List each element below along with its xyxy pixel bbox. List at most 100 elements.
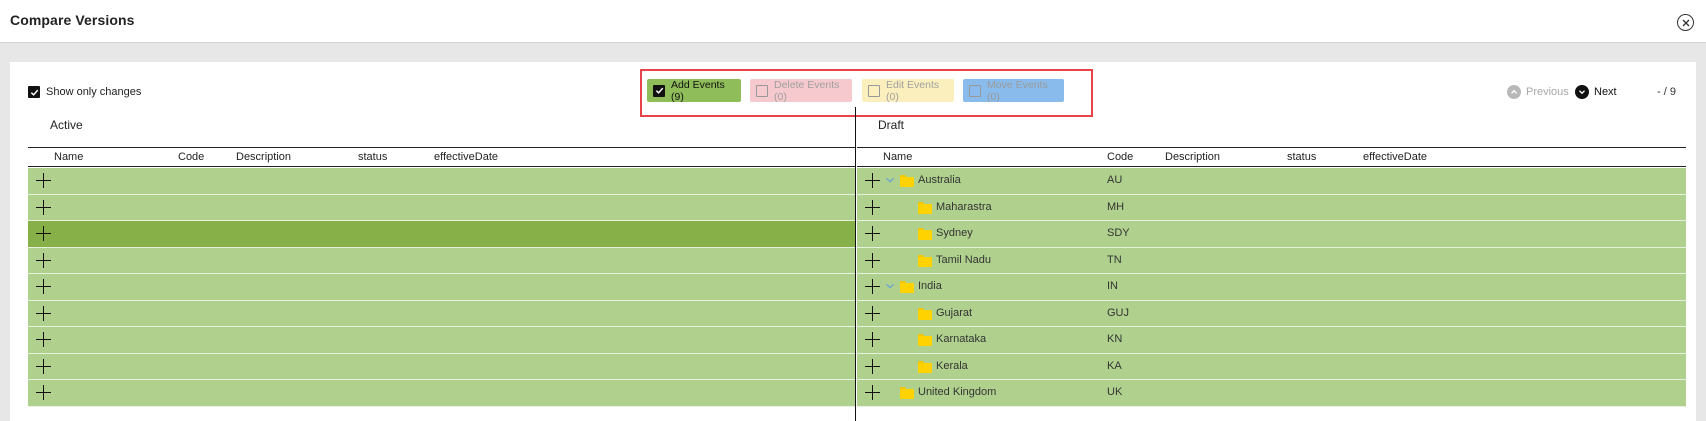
row-code: AU <box>1107 174 1123 186</box>
filter-move-label: Move Events (0) <box>987 78 1048 103</box>
checkbox-checked-icon[interactable] <box>653 84 665 97</box>
column-header-description[interactable]: Description <box>236 151 291 163</box>
plus-icon[interactable] <box>36 226 51 241</box>
column-header-code[interactable]: Code <box>178 151 204 163</box>
filter-move-events[interactable]: Move Events (0) <box>963 78 1064 103</box>
next-button[interactable]: Next <box>1575 85 1617 99</box>
table-row[interactable]: India IN <box>857 274 1686 301</box>
folder-icon <box>918 307 932 320</box>
folder-icon <box>918 254 932 267</box>
filter-delete-events[interactable]: Delete Events (0) <box>750 78 852 103</box>
table-row[interactable] <box>28 353 855 380</box>
checkbox-checked-icon[interactable] <box>28 86 40 98</box>
plus-icon[interactable] <box>865 332 880 347</box>
plus-icon[interactable] <box>36 279 51 294</box>
folder-icon <box>900 387 914 399</box>
row-code: SDY <box>1107 227 1130 239</box>
plus-icon[interactable] <box>36 199 51 215</box>
column-header-effective-date[interactable]: effectiveDate <box>1363 151 1427 163</box>
plus-icon[interactable] <box>36 332 51 347</box>
column-header-name[interactable]: Name <box>54 151 83 163</box>
plus-icon[interactable] <box>865 385 880 400</box>
folder-icon <box>918 201 932 214</box>
table-row[interactable]: Australia AU <box>857 168 1686 195</box>
draft-version-label: Draft <box>878 118 905 132</box>
filter-edit-label: Edit Events (0) <box>886 78 940 103</box>
table-row[interactable]: United Kingdom UK <box>857 380 1686 407</box>
plus-icon[interactable] <box>865 279 880 294</box>
row-name: Tamil Nadu <box>936 253 992 266</box>
table-row[interactable]: Sydney SDY <box>857 221 1686 248</box>
table-row[interactable] <box>28 327 855 354</box>
row-code: KA <box>1107 359 1122 372</box>
compare-panel: Show only changes Add Events (9) Delete … <box>10 62 1696 421</box>
column-header-description[interactable]: Description <box>1165 151 1220 163</box>
dialog-title: Compare Versions <box>10 12 135 28</box>
table-row[interactable] <box>28 274 855 301</box>
plus-icon[interactable] <box>36 173 51 188</box>
row-code: IN <box>1107 280 1118 292</box>
checkbox-icon[interactable] <box>756 84 768 97</box>
show-only-changes-toggle[interactable]: Show only changes <box>28 86 141 98</box>
active-grid-body <box>28 168 855 407</box>
filter-add-label: Add Events (9) <box>671 78 725 103</box>
plus-icon[interactable] <box>36 385 51 400</box>
active-version-label: Active <box>50 118 83 132</box>
column-header-name[interactable]: Name <box>883 151 912 163</box>
previous-label: Previous <box>1526 86 1569 98</box>
plus-icon[interactable] <box>865 173 880 188</box>
column-header-code[interactable]: Code <box>1107 151 1133 163</box>
plus-icon[interactable] <box>865 199 880 215</box>
table-row-selected[interactable] <box>28 221 855 248</box>
chevron-up-circle-icon <box>1507 85 1521 99</box>
next-label: Next <box>1594 86 1617 98</box>
row-name: Australia <box>918 174 961 186</box>
filter-add-events[interactable]: Add Events (9) <box>647 78 741 103</box>
plus-icon[interactable] <box>865 226 880 241</box>
row-name: Gujarat <box>936 306 973 319</box>
table-row[interactable]: Karnataka KN <box>857 327 1686 354</box>
row-code: GUJ <box>1107 306 1129 319</box>
folder-icon <box>918 228 932 240</box>
show-only-changes-label: Show only changes <box>46 86 142 98</box>
table-row[interactable]: Tamil Nadu TN <box>857 247 1686 274</box>
plus-icon[interactable] <box>865 252 880 268</box>
chevron-down-icon[interactable] <box>885 175 895 185</box>
table-row[interactable] <box>28 194 855 221</box>
plus-icon[interactable] <box>36 358 51 374</box>
previous-button[interactable]: Previous <box>1507 85 1569 99</box>
plus-icon[interactable] <box>865 358 880 374</box>
plus-icon[interactable] <box>36 305 51 321</box>
row-code: UK <box>1107 386 1123 398</box>
row-name: Karnataka <box>936 333 987 345</box>
plus-icon[interactable] <box>36 252 51 268</box>
table-row[interactable] <box>28 247 855 274</box>
row-code: TN <box>1107 253 1122 266</box>
row-name: Kerala <box>936 359 968 372</box>
folder-icon <box>918 360 932 373</box>
row-name: India <box>918 280 942 292</box>
dialog-header: Compare Versions <box>0 0 1706 43</box>
close-icon[interactable] <box>1677 14 1694 31</box>
folder-icon <box>918 334 932 346</box>
table-row[interactable] <box>28 380 855 407</box>
row-name: Maharastra <box>936 200 992 213</box>
table-row[interactable] <box>28 300 855 327</box>
table-row[interactable]: Kerala KA <box>857 353 1686 380</box>
plus-icon[interactable] <box>865 305 880 321</box>
chevron-down-icon[interactable] <box>885 281 895 291</box>
checkbox-icon[interactable] <box>868 84 880 97</box>
column-header-status[interactable]: status <box>358 151 387 163</box>
column-header-effective-date[interactable]: effectiveDate <box>434 151 498 163</box>
table-row[interactable] <box>28 168 855 195</box>
row-name: United Kingdom <box>918 386 997 398</box>
filter-delete-label: Delete Events (0) <box>774 78 840 103</box>
table-row[interactable]: Maharastra MH <box>857 194 1686 221</box>
row-name: Sydney <box>936 227 973 239</box>
chevron-down-circle-icon <box>1575 85 1589 99</box>
filter-edit-events[interactable]: Edit Events (0) <box>862 78 954 103</box>
row-code: KN <box>1107 333 1123 345</box>
column-header-status[interactable]: status <box>1287 151 1316 163</box>
checkbox-icon[interactable] <box>969 84 981 97</box>
table-row[interactable]: Gujarat GUJ <box>857 300 1686 327</box>
